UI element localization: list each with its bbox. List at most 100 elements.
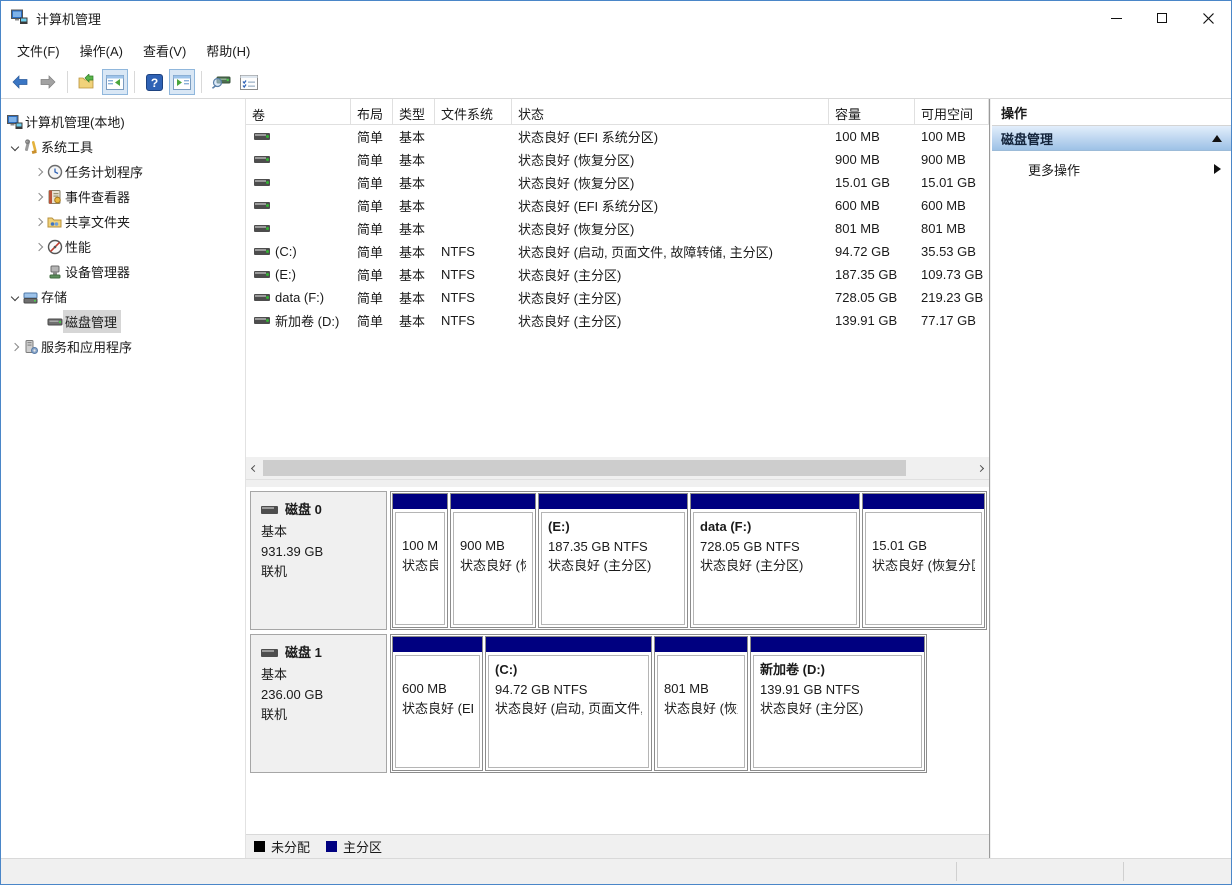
- partition-data-f[interactable]: data (F:) 728.05 GB NTFS 状态良好 (主分区): [690, 493, 860, 628]
- table-row[interactable]: 简单 基本 状态良好 (EFI 系统分区) 100 MB 100 MB: [246, 125, 989, 148]
- volume-status: 状态良好 (EFI 系统分区): [512, 196, 829, 215]
- maximize-button[interactable]: [1139, 1, 1185, 35]
- tree-item-services-applications[interactable]: 服务和应用程序: [1, 334, 245, 359]
- disk-size: 931.39 GB: [261, 542, 376, 562]
- disk0-info-box[interactable]: 磁盘 0 基本 931.39 GB 联机: [250, 491, 387, 630]
- disk-icon: [261, 649, 278, 657]
- tree-item-device-manager[interactable]: 设备管理器: [1, 259, 245, 284]
- column-header-capacity[interactable]: 容量: [829, 99, 915, 124]
- volume-name: 新加卷 (D:): [275, 311, 339, 330]
- table-row[interactable]: 简单 基本 状态良好 (恢复分区) 900 MB 900 MB: [246, 148, 989, 171]
- disk-inspect-button[interactable]: [208, 69, 234, 95]
- table-row[interactable]: 简单 基本 状态良好 (EFI 系统分区) 600 MB 600 MB: [246, 194, 989, 217]
- scrollbar-thumb[interactable]: [263, 460, 906, 476]
- chevron-right-icon: [11, 342, 19, 350]
- partition-new-volume-d[interactable]: 新加卷 (D:) 139.91 GB NTFS 状态良好 (主分区): [750, 636, 925, 771]
- partition-c[interactable]: (C:) 94.72 GB NTFS 状态良好 (启动, 页面文件, 故障转储,…: [485, 636, 652, 771]
- expand-chevron[interactable]: [31, 169, 47, 175]
- partition-title: (E:): [548, 517, 678, 537]
- tree-item-system-tools[interactable]: 系统工具: [1, 134, 245, 159]
- volume-capacity: 94.72 GB: [829, 244, 915, 259]
- pane-splitter[interactable]: [246, 479, 989, 487]
- chevron-right-icon: [977, 464, 984, 471]
- volume-layout: 简单: [351, 311, 393, 330]
- volume-layout: 简单: [351, 196, 393, 215]
- close-button[interactable]: [1185, 1, 1231, 35]
- volume-fs: NTFS: [435, 267, 512, 282]
- column-header-status[interactable]: 状态: [512, 99, 829, 124]
- disk-graphical-view: 磁盘 0 基本 931.39 GB 联机 100 MB 状态良好 (EFI 系统…: [246, 487, 989, 858]
- disk1-info-box[interactable]: 磁盘 1 基本 236.00 GB 联机: [250, 634, 387, 773]
- tree-item-performance[interactable]: 性能: [1, 234, 245, 259]
- services-icon: [23, 339, 39, 355]
- expand-chevron[interactable]: [31, 219, 47, 225]
- table-row[interactable]: (E:) 简单 基本 NTFS 状态良好 (主分区) 187.35 GB 109…: [246, 263, 989, 286]
- menu-action[interactable]: 操作(A): [70, 37, 133, 64]
- menu-help[interactable]: 帮助(H): [196, 37, 260, 64]
- expand-chevron[interactable]: [7, 294, 23, 300]
- column-header-fs[interactable]: 文件系统: [435, 99, 512, 124]
- column-header-type[interactable]: 类型: [393, 99, 435, 124]
- tree-item-computer-management[interactable]: 计算机管理(本地): [1, 109, 245, 134]
- column-header-free[interactable]: 可用空间: [915, 99, 989, 124]
- partition-efi-600mb[interactable]: 600 MB 状态良好 (EFI 系统分区): [392, 636, 483, 771]
- show-action-pane-button[interactable]: [169, 69, 195, 95]
- show-console-tree-button[interactable]: [102, 69, 128, 95]
- tree-label: 存储: [41, 287, 67, 306]
- menu-view[interactable]: 查看(V): [133, 37, 196, 64]
- help-icon: ?: [146, 74, 163, 91]
- chevron-down-icon: [11, 142, 19, 150]
- minimize-button[interactable]: [1093, 1, 1139, 35]
- partition-recovery-801mb[interactable]: 801 MB 状态良好 (恢复分区): [654, 636, 748, 771]
- collapse-icon[interactable]: [1212, 135, 1222, 142]
- tree-label: 共享文件夹: [65, 212, 130, 231]
- table-row[interactable]: data (F:) 简单 基本 NTFS 状态良好 (主分区) 728.05 G…: [246, 286, 989, 309]
- horizontal-scrollbar[interactable]: [246, 457, 989, 479]
- table-row[interactable]: 简单 基本 状态良好 (恢复分区) 801 MB 801 MB: [246, 217, 989, 240]
- partition-recovery-900mb[interactable]: 900 MB 状态良好 (恢复分区): [450, 493, 536, 628]
- back-button[interactable]: [7, 69, 33, 95]
- volume-type: 基本: [393, 265, 435, 284]
- scroll-left-arrow[interactable]: [246, 457, 263, 479]
- actions-section-header[interactable]: 磁盘管理: [992, 126, 1231, 151]
- partition-recovery-15gb[interactable]: 15.01 GB 状态良好 (恢复分区): [862, 493, 985, 628]
- volume-name: (C:): [275, 244, 297, 259]
- chevron-right-icon: [35, 167, 43, 175]
- column-header-layout[interactable]: 布局: [351, 99, 393, 124]
- submenu-arrow-icon: [1214, 164, 1221, 174]
- tree-item-event-viewer[interactable]: 事件查看器: [1, 184, 245, 209]
- tree-item-disk-management[interactable]: 磁盘管理: [1, 309, 245, 334]
- partition-status: 状态良好 (恢复分区): [460, 556, 526, 576]
- expand-chevron[interactable]: [31, 194, 47, 200]
- chevron-down-icon: [11, 292, 19, 300]
- volume-status: 状态良好 (启动, 页面文件, 故障转储, 主分区): [512, 242, 829, 261]
- expand-chevron[interactable]: [31, 244, 47, 250]
- export-list-button[interactable]: [74, 69, 100, 95]
- disk-icon: [261, 506, 278, 514]
- table-row[interactable]: (C:) 简单 基本 NTFS 状态良好 (启动, 页面文件, 故障转储, 主分…: [246, 240, 989, 263]
- menu-bar: 文件(F) 操作(A) 查看(V) 帮助(H): [1, 35, 1231, 66]
- computer-management-window: 计算机管理 文件(F) 操作(A) 查看(V) 帮助(H): [0, 0, 1232, 885]
- customize-view-button[interactable]: [236, 69, 262, 95]
- event-viewer-icon: [47, 189, 63, 205]
- partition-efi-100mb[interactable]: 100 MB 状态良好 (EFI 系统分区): [392, 493, 448, 628]
- tree-item-task-scheduler[interactable]: 任务计划程序: [1, 159, 245, 184]
- menu-file[interactable]: 文件(F): [7, 37, 70, 64]
- expand-chevron[interactable]: [7, 144, 23, 150]
- column-header-volume[interactable]: 卷: [246, 99, 351, 124]
- help-button[interactable]: ?: [141, 69, 167, 95]
- status-separator: [956, 862, 957, 881]
- table-row[interactable]: 新加卷 (D:) 简单 基本 NTFS 状态良好 (主分区) 139.91 GB…: [246, 309, 989, 332]
- partition-e[interactable]: (E:) 187.35 GB NTFS 状态良好 (主分区): [538, 493, 688, 628]
- table-row[interactable]: 简单 基本 状态良好 (恢复分区) 15.01 GB 15.01 GB: [246, 171, 989, 194]
- tree-item-storage[interactable]: 存储: [1, 284, 245, 309]
- forward-button[interactable]: [35, 69, 61, 95]
- more-actions-item[interactable]: 更多操作: [992, 151, 1231, 187]
- tree-item-shared-folders[interactable]: 共享文件夹: [1, 209, 245, 234]
- partition-size: 900 MB: [460, 536, 526, 556]
- status-bar: [1, 858, 1231, 884]
- scroll-right-arrow[interactable]: [972, 457, 989, 479]
- expand-chevron[interactable]: [7, 344, 23, 350]
- legend-label: 未分配: [271, 837, 310, 856]
- partition-title: [402, 660, 473, 679]
